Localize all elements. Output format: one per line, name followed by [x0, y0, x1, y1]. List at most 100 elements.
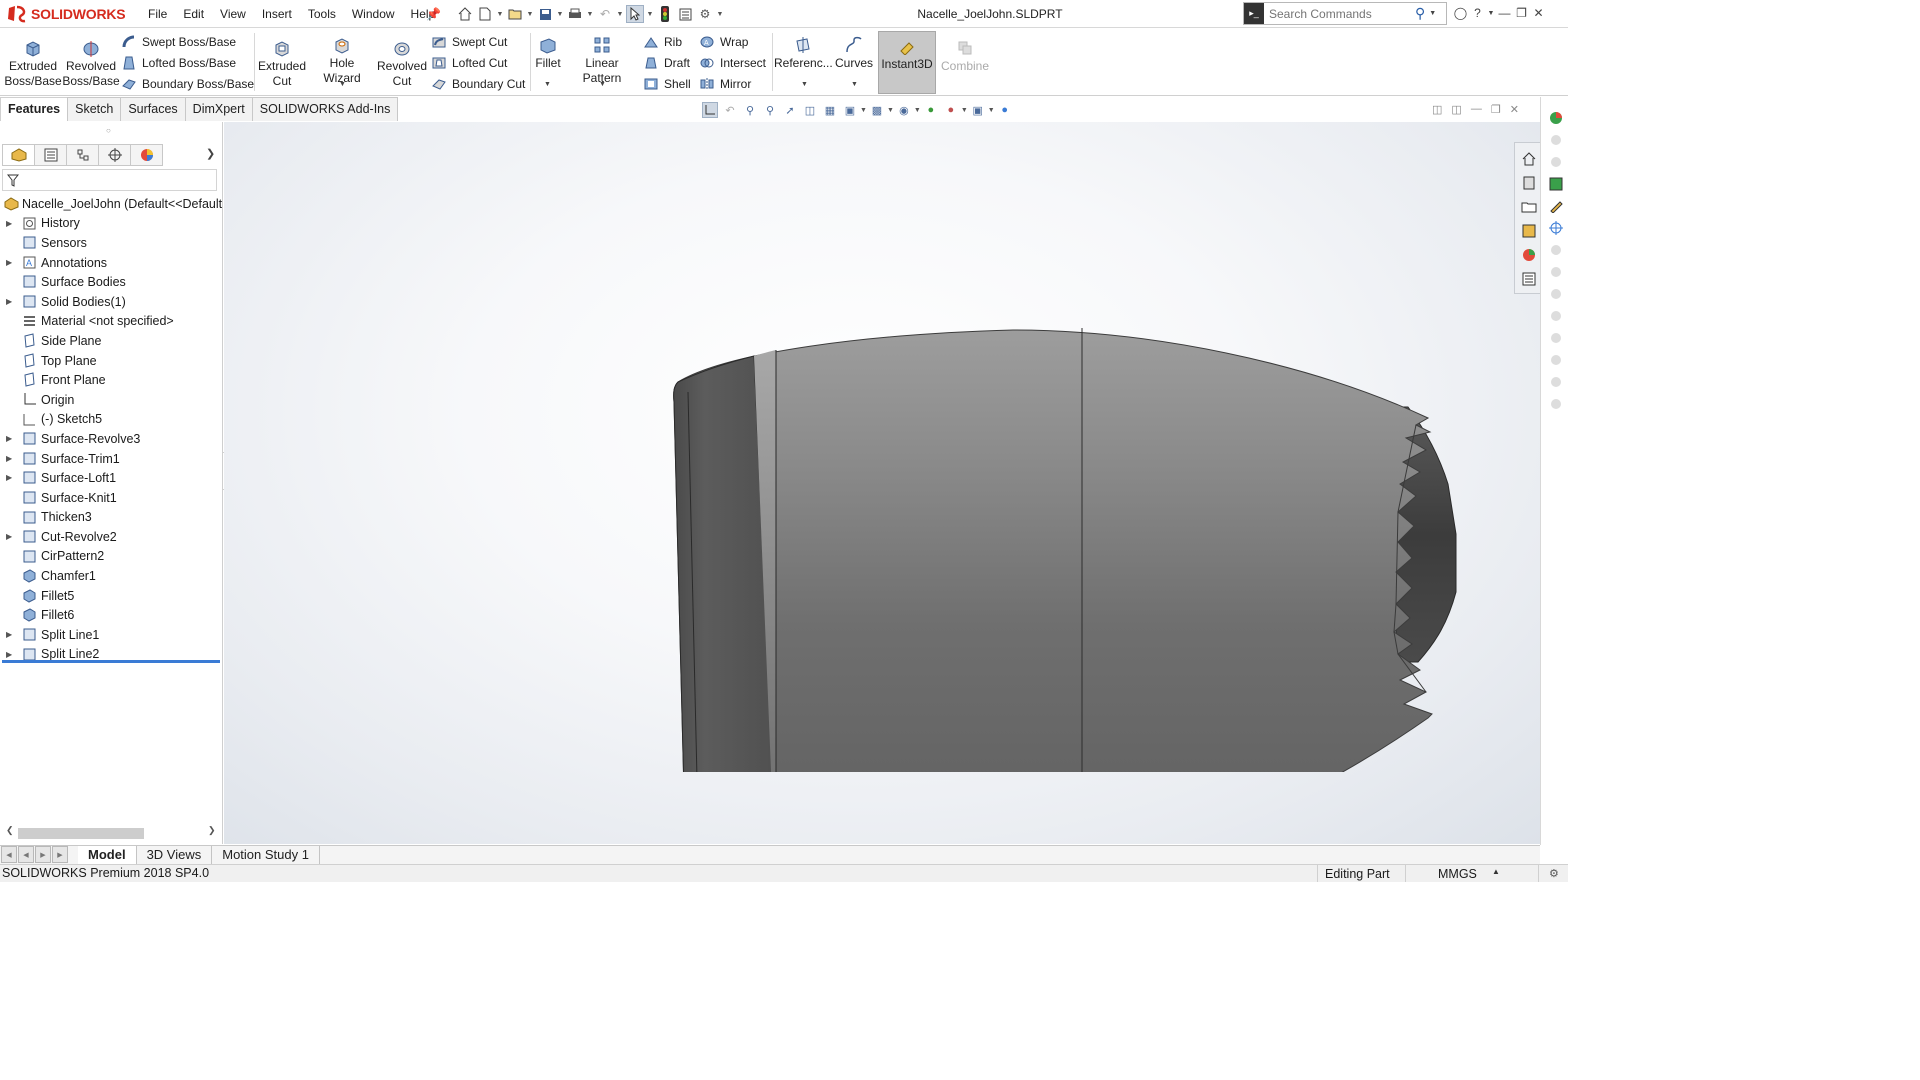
expand-arrow-icon[interactable]: ▶: [6, 214, 12, 234]
view-settings-icon[interactable]: ▣: [970, 102, 986, 118]
pin-icon[interactable]: 📌: [426, 7, 441, 21]
zoom-to-area-icon[interactable]: ⚲: [762, 102, 778, 118]
chevron-up-icon[interactable]: ▲: [1492, 867, 1500, 876]
new-document-icon[interactable]: [476, 5, 494, 23]
expand-arrow-icon[interactable]: ▶: [6, 449, 12, 469]
viewport-minimize-icon[interactable]: —: [1471, 103, 1482, 116]
faded-tool-icon[interactable]: [1549, 243, 1563, 257]
shell-button[interactable]: Shell: [644, 74, 691, 94]
previous-view-arrow-icon[interactable]: ➚: [782, 102, 798, 118]
chevron-down-icon[interactable]: ▼: [496, 11, 504, 18]
rollback-bar[interactable]: [2, 660, 220, 663]
hide-show-items-icon[interactable]: ◉: [896, 102, 912, 118]
nacelle-model[interactable]: [648, 222, 1468, 772]
chevron-down-icon[interactable]: ▼: [526, 11, 534, 18]
chevron-down-icon[interactable]: ▼: [599, 81, 606, 88]
faded-tool-icon[interactable]: [1549, 331, 1563, 345]
tree-item-surface-revolve3[interactable]: ▶ Surface-Revolve3: [0, 429, 222, 449]
search-commands-box[interactable]: ▸_ ⚲ ▼: [1243, 2, 1447, 25]
expand-arrow-icon[interactable]: ▶: [6, 527, 12, 547]
tree-item-material-not-specified[interactable]: Material <not specified>: [0, 312, 222, 332]
chevron-down-icon[interactable]: ▼: [961, 107, 968, 114]
chevron-down-icon[interactable]: ▼: [556, 11, 564, 18]
tab-sketch[interactable]: Sketch: [67, 97, 122, 121]
tree-item-fillet5[interactable]: Fillet5: [0, 586, 222, 606]
split-right-icon[interactable]: ◫: [1451, 103, 1461, 116]
section-view-icon[interactable]: ◫: [802, 102, 818, 118]
next-tab-icon[interactable]: ▶: [35, 846, 51, 863]
select-pointer-icon[interactable]: [626, 5, 644, 23]
chevron-left-icon[interactable]: ❮: [6, 825, 14, 836]
faded-tool-icon[interactable]: [1549, 375, 1563, 389]
view-orientation-icon[interactable]: ▣: [842, 102, 858, 118]
extruded-boss-button[interactable]: Extruded Boss/Base: [4, 31, 62, 89]
tree-item-solid-bodies-1[interactable]: ▶ Solid Bodies(1): [0, 292, 222, 312]
extruded-cut-button[interactable]: Extruded Cut: [256, 31, 308, 89]
tree-item-cut-revolve2[interactable]: ▶ Cut-Revolve2: [0, 527, 222, 547]
boundary-boss-button[interactable]: Boundary Boss/Base: [122, 74, 254, 94]
tree-item-surface-loft1[interactable]: ▶ Surface-Loft1: [0, 468, 222, 488]
first-tab-icon[interactable]: ◀: [1, 846, 17, 863]
solidworks-logo[interactable]: SOLIDWORKS: [6, 3, 126, 25]
save-icon[interactable]: [536, 5, 554, 23]
custom-properties-icon[interactable]: [1521, 271, 1537, 287]
tab-solidworks-add-ins[interactable]: SOLIDWORKS Add-Ins: [251, 97, 399, 121]
minimize-icon[interactable]: —: [1496, 4, 1513, 22]
edit-appearance-icon[interactable]: ●: [923, 102, 939, 118]
tree-item-chamfer1[interactable]: Chamfer1: [0, 566, 222, 586]
design-library-icon[interactable]: [1521, 175, 1537, 191]
menu-view[interactable]: View: [212, 0, 254, 28]
solidworks-resources-home-icon[interactable]: [1521, 151, 1537, 167]
tab-dimxpert[interactable]: DimXpert: [184, 97, 253, 121]
panel-splitter-handle[interactable]: ○: [106, 126, 111, 135]
chevron-down-icon[interactable]: ▼: [887, 107, 894, 114]
draft-button[interactable]: Draft: [644, 53, 690, 73]
chevron-down-icon[interactable]: ▼: [860, 107, 867, 114]
undo-icon[interactable]: ↶: [596, 5, 614, 23]
faded-tool-icon[interactable]: [1549, 287, 1563, 301]
view-orientation-triad-icon[interactable]: [702, 102, 718, 118]
faded-tool-icon[interactable]: [1549, 353, 1563, 367]
tree-item-surface-knit1[interactable]: Surface-Knit1: [0, 488, 222, 508]
chevron-right-icon[interactable]: ❯: [208, 825, 216, 836]
tab-model[interactable]: Model: [78, 846, 137, 864]
tab-features[interactable]: Features: [0, 97, 69, 121]
chevron-down-icon[interactable]: ▼: [586, 11, 594, 18]
tab-motion-study-1[interactable]: Motion Study 1: [212, 846, 320, 864]
instant3d-toggle[interactable]: Instant3D: [878, 31, 936, 94]
chevron-down-icon[interactable]: ▼: [646, 11, 654, 18]
combine-button[interactable]: Combine: [940, 31, 990, 73]
reference-geometry-button[interactable]: Referenc...: [774, 31, 833, 71]
tree-item-origin[interactable]: Origin: [0, 390, 222, 410]
revolved-boss-button[interactable]: Revolved Boss/Base: [62, 31, 120, 89]
chevron-down-icon[interactable]: ▼: [1486, 4, 1496, 22]
viewport-close-icon[interactable]: ✕: [1510, 103, 1519, 116]
user-icon[interactable]: ◯: [1452, 4, 1469, 22]
open-folder-icon[interactable]: [506, 5, 524, 23]
menu-tools[interactable]: Tools: [300, 0, 344, 28]
display-style-icon[interactable]: ▩: [869, 102, 885, 118]
expand-arrow-icon[interactable]: ▶: [6, 468, 12, 488]
tab-3d-views[interactable]: 3D Views: [137, 846, 213, 864]
faded-tool-icon[interactable]: [1549, 133, 1563, 147]
expand-arrow-icon[interactable]: ▶: [6, 429, 12, 449]
tree-item-surface-bodies[interactable]: Surface Bodies: [0, 272, 222, 292]
graphics-area[interactable]: Y X: [224, 122, 1540, 882]
chevron-right-icon[interactable]: ❯: [206, 147, 215, 160]
faded-tool-icon[interactable]: [1549, 265, 1563, 279]
realview-globe-icon[interactable]: ●: [997, 102, 1013, 118]
options-gear-icon[interactable]: ⚙: [696, 5, 714, 23]
scrollbar-thumb[interactable]: [18, 828, 144, 839]
tree-item-sketch5[interactable]: (-) Sketch5: [0, 410, 222, 430]
help-icon[interactable]: ?: [1469, 4, 1486, 22]
tree-item-thicken3[interactable]: Thicken3: [0, 508, 222, 528]
intersect-button[interactable]: Intersect: [700, 53, 766, 73]
tree-item-fillet6[interactable]: Fillet6: [0, 605, 222, 625]
apply-scene-icon[interactable]: ●: [943, 102, 959, 118]
previous-tab-icon[interactable]: ◀: [18, 846, 34, 863]
file-properties-icon[interactable]: [676, 5, 694, 23]
swept-cut-button[interactable]: Swept Cut: [432, 32, 507, 52]
lofted-cut-button[interactable]: Lofted Cut: [432, 53, 507, 73]
expand-arrow-icon[interactable]: ▶: [6, 253, 12, 273]
rib-button[interactable]: Rib: [644, 32, 682, 52]
